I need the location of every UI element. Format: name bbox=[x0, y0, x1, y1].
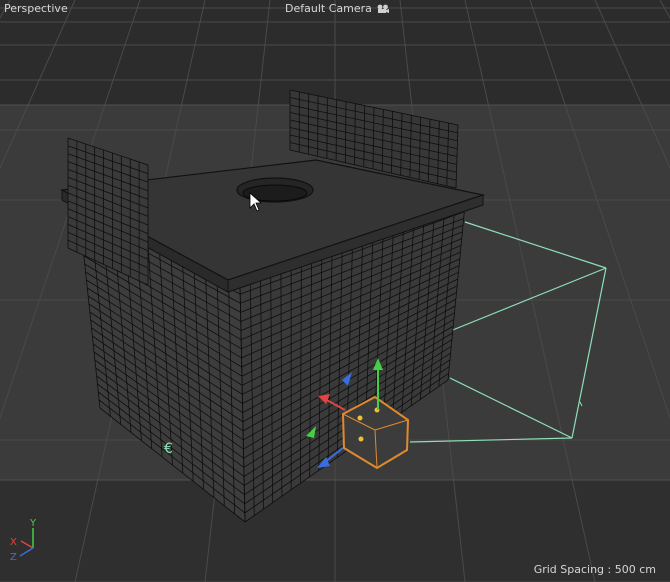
svg-text:€: € bbox=[164, 441, 173, 457]
grid-spacing-label: Grid Spacing : 500 cm bbox=[533, 563, 656, 576]
3d-viewport[interactable]: € Y X Z Perspective Default Camera Grid … bbox=[0, 0, 670, 582]
axis-z-label: Z bbox=[10, 552, 17, 563]
lid-hole[interactable] bbox=[236, 177, 314, 203]
axis-y-label: Y bbox=[29, 518, 37, 529]
camera-icon[interactable] bbox=[377, 4, 389, 14]
view-name-label[interactable]: Perspective bbox=[4, 2, 68, 15]
scene-canvas[interactable]: € Y X Z bbox=[0, 0, 670, 582]
axis-x-label: X bbox=[10, 537, 17, 548]
light-icon[interactable]: € bbox=[164, 441, 173, 457]
camera-name-label: Default Camera bbox=[285, 2, 372, 15]
camera-menu[interactable]: Default Camera bbox=[285, 2, 389, 15]
